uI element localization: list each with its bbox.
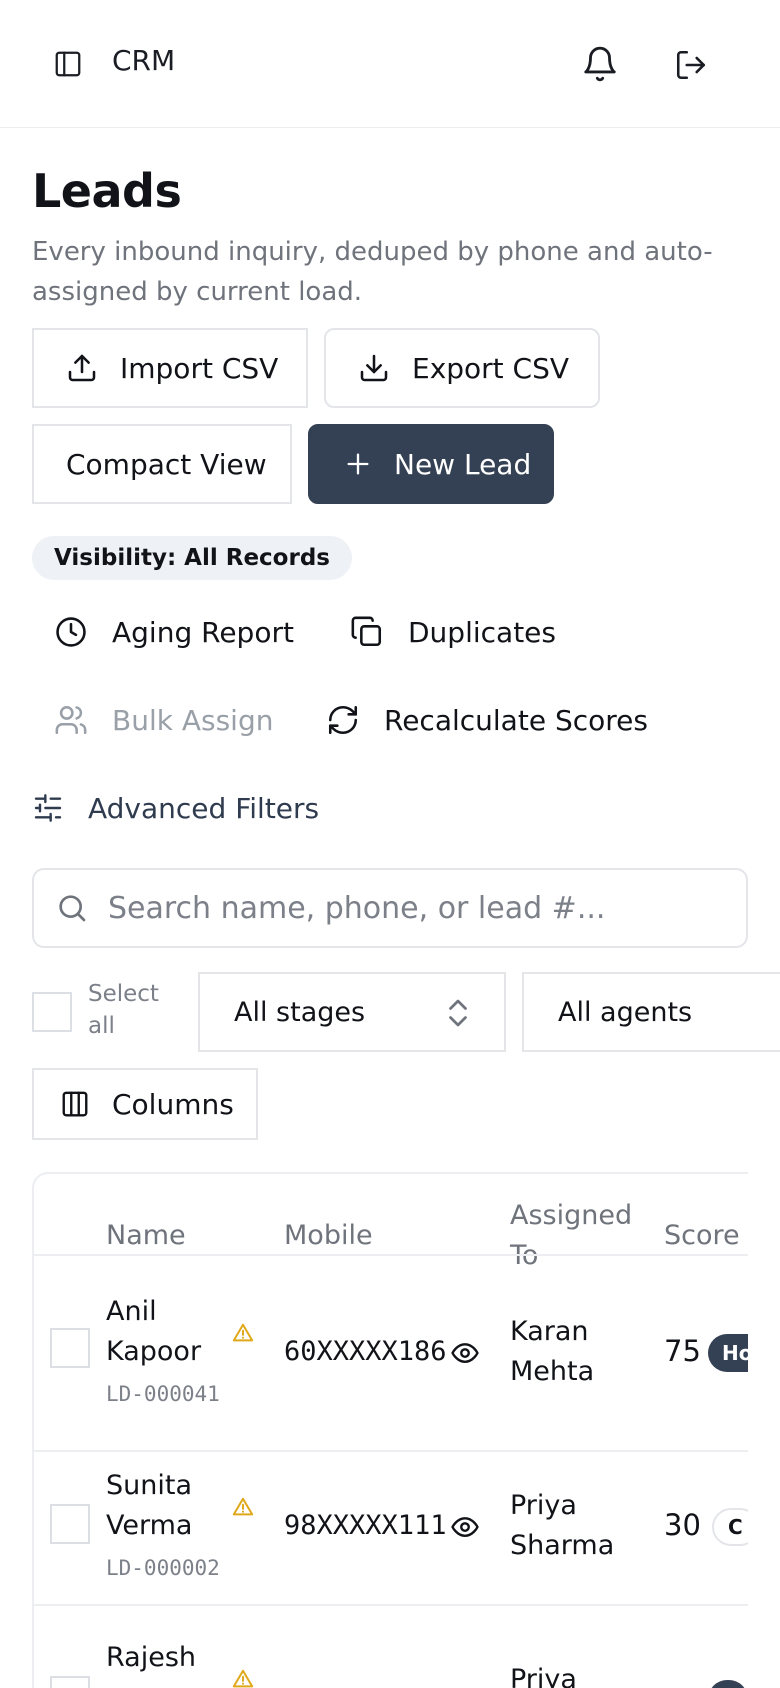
aging-report-button[interactable]: Aging Report xyxy=(54,612,294,652)
advanced-filters-label: Advanced Filters xyxy=(88,791,320,825)
column-header-score[interactable]: Score xyxy=(664,1216,740,1256)
refresh-icon xyxy=(326,703,360,737)
row-divider xyxy=(34,1604,748,1606)
lead-score: 30 xyxy=(664,1508,701,1542)
agent-select[interactable]: All agents xyxy=(522,972,780,1052)
lead-assignee: Priya Sharma xyxy=(510,1490,615,1561)
search-icon xyxy=(56,892,88,924)
lead-mobile: 98XXXXX111 xyxy=(284,1510,447,1541)
plus-icon xyxy=(344,450,372,478)
new-lead-button[interactable]: New Lead xyxy=(308,424,554,504)
header-divider xyxy=(34,1254,748,1256)
stage-select[interactable]: All stages xyxy=(198,972,506,1052)
column-header-mobile[interactable]: Mobile xyxy=(284,1216,373,1256)
lead-id: LD-000041 xyxy=(106,1382,220,1406)
lead-assignee: Karan Mehta xyxy=(510,1316,595,1387)
sidebar-toggle-icon xyxy=(55,51,81,77)
compact-view-button[interactable]: Compact View xyxy=(32,424,292,504)
duplicates-label: Duplicates xyxy=(408,615,556,649)
lead-name[interactable]: Sunita Verma xyxy=(106,1466,192,1546)
import-csv-label: Import CSV xyxy=(120,351,279,385)
lead-id: LD-000002 xyxy=(106,1556,220,1580)
sidebar-toggle-button[interactable] xyxy=(48,44,88,84)
search-box xyxy=(32,868,748,948)
new-lead-label: New Lead xyxy=(394,447,532,481)
chevron-up-down-icon xyxy=(446,998,470,1028)
column-header-assigned-to[interactable]: Assigned To xyxy=(510,1196,632,1276)
agent-select-value: All agents xyxy=(558,996,693,1028)
lead-mobile: 60XXXXX186 xyxy=(284,1336,447,1367)
compact-view-label: Compact View xyxy=(66,447,267,481)
warning-icon xyxy=(232,1322,254,1344)
copy-icon xyxy=(350,615,384,649)
app-brand: CRM xyxy=(112,44,176,77)
notifications-button[interactable] xyxy=(578,42,622,86)
columns-label: Columns xyxy=(112,1087,234,1121)
row-checkbox[interactable] xyxy=(50,1328,90,1368)
visibility-badge: Visibility: All Records xyxy=(32,536,352,580)
columns-icon xyxy=(60,1089,90,1119)
page-subtitle: Every inbound inquiry, deduped by phone … xyxy=(32,237,713,307)
bulk-assign-button[interactable]: Bulk Assign xyxy=(54,700,273,740)
temperature-badge: C xyxy=(712,1508,748,1546)
logout-icon xyxy=(676,50,706,80)
eye-icon[interactable] xyxy=(450,1512,480,1542)
page-title: Leads xyxy=(32,164,182,218)
lead-name[interactable]: Anil Kapoor xyxy=(106,1292,201,1372)
lead-assignee: Priya xyxy=(510,1664,577,1688)
logout-button[interactable] xyxy=(670,44,712,86)
recalculate-scores-label: Recalculate Scores xyxy=(384,703,648,737)
clock-icon xyxy=(54,615,88,649)
eye-icon[interactable] xyxy=(450,1338,480,1368)
warning-icon xyxy=(232,1496,254,1518)
aging-report-label: Aging Report xyxy=(112,615,294,649)
temperature-badge: Ho xyxy=(708,1334,748,1372)
bell-icon xyxy=(584,46,616,82)
row-checkbox[interactable] xyxy=(50,1504,90,1544)
leads-table: Name Mobile Assigned To Score Anil Kapoo… xyxy=(32,1172,748,1688)
duplicates-button[interactable]: Duplicates xyxy=(350,612,556,652)
lead-score: 75 xyxy=(664,1334,701,1368)
select-all-checkbox[interactable] xyxy=(32,992,72,1032)
upload-icon xyxy=(66,352,98,384)
columns-button[interactable]: Columns xyxy=(32,1068,258,1140)
import-csv-button[interactable]: Import CSV xyxy=(32,328,308,408)
stage-select-value: All stages xyxy=(234,996,366,1028)
column-header-name[interactable]: Name xyxy=(106,1216,186,1256)
bulk-assign-label: Bulk Assign xyxy=(112,703,274,737)
sliders-icon xyxy=(32,792,64,824)
export-csv-button[interactable]: Export CSV xyxy=(324,328,600,408)
recalculate-scores-button[interactable]: Recalculate Scores xyxy=(326,700,648,740)
select-all-label: Select all xyxy=(88,981,159,1039)
row-divider xyxy=(34,1450,748,1452)
search-input[interactable] xyxy=(108,890,688,926)
users-icon xyxy=(54,703,88,737)
warning-icon xyxy=(232,1668,254,1688)
row-checkbox[interactable] xyxy=(50,1676,90,1688)
export-csv-label: Export CSV xyxy=(412,351,570,385)
top-bar: CRM xyxy=(0,0,780,128)
lead-name[interactable]: Rajesh xyxy=(106,1638,196,1678)
advanced-filters-button[interactable]: Advanced Filters xyxy=(32,788,319,828)
temperature-badge xyxy=(708,1680,748,1688)
download-icon xyxy=(358,352,390,384)
